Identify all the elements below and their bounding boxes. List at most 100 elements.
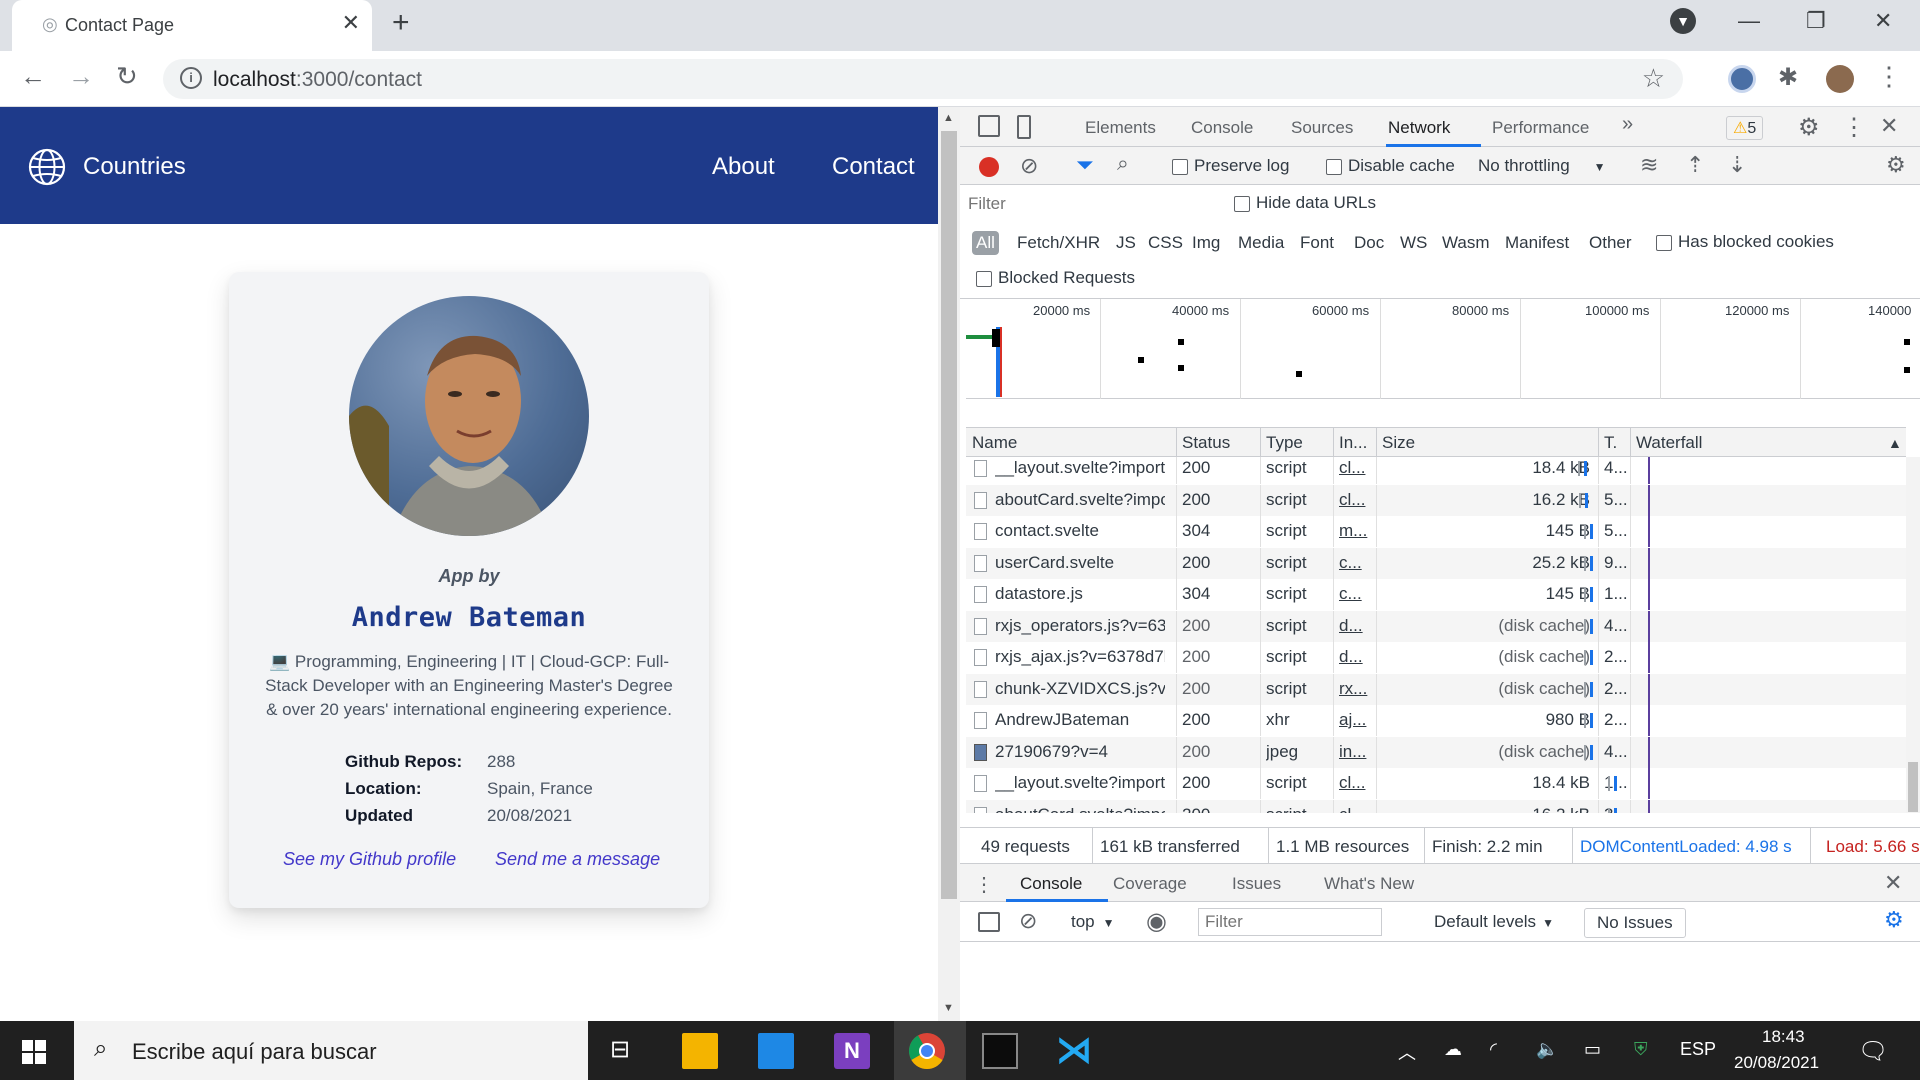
has-blocked-cookies-checkbox[interactable]: Has blocked cookies: [1656, 232, 1834, 252]
warnings-badge[interactable]: ⚠5: [1726, 116, 1764, 140]
request-initiator[interactable]: m...: [1339, 521, 1373, 541]
windows-start-icon[interactable]: [22, 1040, 46, 1064]
network-overview-timeline[interactable]: 20000 ms 40000 ms 60000 ms 80000 ms 1000…: [966, 299, 1920, 399]
clear-icon[interactable]: ⊘: [1020, 153, 1038, 179]
extensions-puzzle-icon[interactable]: ✱: [1778, 63, 1798, 92]
back-icon[interactable]: ←: [20, 61, 46, 92]
devtools-menu-icon[interactable]: ⋮: [1842, 113, 1866, 142]
type-filter-all[interactable]: All: [972, 231, 999, 255]
type-filter-css[interactable]: CSS: [1148, 233, 1183, 253]
device-toolbar-icon[interactable]: [1017, 115, 1031, 139]
brand[interactable]: Countries: [27, 147, 186, 187]
tab-search-icon[interactable]: ▼: [1670, 8, 1696, 34]
show-hidden-icons-icon[interactable]: ︿: [1398, 1039, 1416, 1065]
type-filter-doc[interactable]: Doc: [1354, 233, 1384, 253]
type-filter-js[interactable]: JS: [1116, 233, 1136, 253]
console-filter-input[interactable]: [1198, 908, 1382, 936]
terminal-icon[interactable]: [982, 1033, 1018, 1069]
type-filter-manifest[interactable]: Manifest: [1505, 233, 1569, 253]
restore-icon[interactable]: ❐: [1806, 8, 1826, 34]
col-waterfall[interactable]: Waterfall: [1636, 433, 1702, 453]
tab-contact-page[interactable]: ◎ Contact Page ✕: [12, 0, 372, 51]
site-info-icon[interactable]: i: [180, 67, 202, 89]
security-shield-icon[interactable]: ⛨: [1634, 1039, 1648, 1060]
close-drawer-icon[interactable]: ✕: [1884, 870, 1902, 896]
col-time[interactable]: T.: [1604, 433, 1617, 453]
mail-icon[interactable]: [758, 1033, 794, 1069]
request-initiator[interactable]: cl...: [1339, 458, 1373, 478]
github-profile-link[interactable]: See my Github profile: [283, 849, 456, 870]
hide-data-urls-checkbox[interactable]: Hide data URLs: [1234, 193, 1376, 213]
search-icon[interactable]: ⌕: [1117, 152, 1129, 176]
address-bar[interactable]: i localhost:3000/contact ☆: [163, 59, 1683, 99]
col-initiator[interactable]: In...: [1339, 433, 1367, 453]
table-row[interactable]: AndrewJBateman 200 xhr aj... 980 B 2...: [966, 705, 1906, 736]
table-row[interactable]: rxjs_operators.js?v=6378... 200 script d...…: [966, 610, 1906, 642]
drawer-tab-issues[interactable]: Issues: [1232, 874, 1281, 894]
tab-performance[interactable]: Performance: [1492, 118, 1589, 138]
drawer-tab-console[interactable]: Console: [1020, 874, 1082, 894]
console-settings-icon[interactable]: ⚙: [1884, 907, 1904, 933]
default-levels-select[interactable]: Default levels ▼: [1434, 912, 1554, 932]
table-row[interactable]: __layout.svelte?import&t... 200 script cl..…: [966, 768, 1906, 799]
onedrive-cloud-icon[interactable]: ☁: [1444, 1039, 1462, 1060]
preserve-log-checkbox[interactable]: Preserve log: [1172, 156, 1289, 176]
taskbar-search-box[interactable]: ⌕ Escribe aquí para buscar: [74, 1021, 588, 1080]
network-conditions-icon[interactable]: ≋: [1640, 152, 1658, 178]
type-filter-ws[interactable]: WS: [1400, 233, 1427, 253]
type-filter-fetch-xhr[interactable]: Fetch/XHR: [1017, 233, 1100, 253]
request-initiator[interactable]: d...: [1339, 647, 1373, 667]
minimize-icon[interactable]: —: [1738, 8, 1760, 34]
close-tab-icon[interactable]: ✕: [342, 10, 360, 36]
settings-gear-icon[interactable]: ⚙: [1798, 113, 1820, 142]
table-scrollbar[interactable]: [1906, 457, 1920, 813]
wifi-icon[interactable]: ◜: [1490, 1039, 1497, 1060]
scroll-up-arrow-icon[interactable]: ▲: [943, 112, 954, 124]
col-type[interactable]: Type: [1266, 433, 1303, 453]
checkbox-box[interactable]: [1172, 158, 1188, 175]
notifications-icon[interactable]: 🗨: [1858, 1037, 1888, 1066]
checkbox-box[interactable]: [1656, 234, 1672, 251]
onenote-icon[interactable]: N: [834, 1033, 870, 1069]
tab-network[interactable]: Network: [1388, 118, 1450, 138]
table-row[interactable]: aboutCard.svelte?import... 200 script cl...…: [966, 484, 1906, 516]
request-initiator[interactable]: cl...: [1339, 773, 1373, 793]
more-tabs-icon[interactable]: »: [1622, 113, 1633, 136]
task-view-icon[interactable]: ⊟: [610, 1035, 630, 1064]
show-sidebar-icon[interactable]: [978, 912, 1000, 932]
table-row[interactable]: datastore.js 304 script c... 145 B 1...: [966, 579, 1906, 610]
type-filter-img[interactable]: Img: [1192, 233, 1220, 253]
table-row[interactable]: aboutCard.svelte?import... 200 script cl...…: [966, 799, 1906, 814]
url-text[interactable]: localhost:3000/contact: [213, 68, 422, 92]
checkbox-box[interactable]: [1234, 195, 1250, 212]
type-filter-other[interactable]: Other: [1589, 233, 1632, 253]
clock-time[interactable]: 18:43: [1762, 1027, 1805, 1047]
col-status[interactable]: Status: [1182, 433, 1230, 453]
vscode-icon[interactable]: ⋊: [1056, 1029, 1092, 1071]
checkbox-box[interactable]: [1326, 158, 1342, 175]
no-issues-button[interactable]: No Issues: [1584, 908, 1686, 938]
clear-console-icon[interactable]: ⊘: [1019, 908, 1037, 934]
disable-cache-checkbox[interactable]: Disable cache: [1326, 156, 1455, 176]
sort-ascending-icon[interactable]: ▲: [1888, 435, 1902, 451]
table-row[interactable]: contact.svelte 304 script m... 145 B 5...: [966, 516, 1906, 547]
table-row[interactable]: rxjs_ajax.js?v=6378d7b3 200 script d... (dis…: [966, 642, 1906, 673]
tab-elements[interactable]: Elements: [1085, 118, 1156, 138]
network-settings-icon[interactable]: ⚙: [1886, 152, 1906, 178]
col-name[interactable]: Name: [972, 433, 1017, 453]
record-icon[interactable]: [979, 157, 999, 177]
table-row[interactable]: 27190679?v=4 200 jpeg in... (disk cache) 4...: [966, 736, 1906, 768]
col-size[interactable]: Size: [1382, 433, 1415, 453]
filter-icon[interactable]: ⏷: [1076, 152, 1094, 178]
chrome-icon[interactable]: [908, 1032, 946, 1070]
extension-icon[interactable]: [1728, 65, 1756, 93]
request-initiator[interactable]: c...: [1339, 584, 1373, 604]
context-select[interactable]: top ▼: [1071, 912, 1115, 932]
profile-avatar[interactable]: [1826, 65, 1854, 93]
request-initiator[interactable]: c...: [1339, 553, 1373, 573]
battery-icon[interactable]: ▭: [1584, 1039, 1601, 1060]
new-tab-icon[interactable]: +: [392, 6, 410, 40]
filter-input[interactable]: [968, 191, 1212, 217]
request-initiator[interactable]: cl...: [1339, 805, 1373, 814]
drawer-tab-coverage[interactable]: Coverage: [1113, 874, 1187, 894]
